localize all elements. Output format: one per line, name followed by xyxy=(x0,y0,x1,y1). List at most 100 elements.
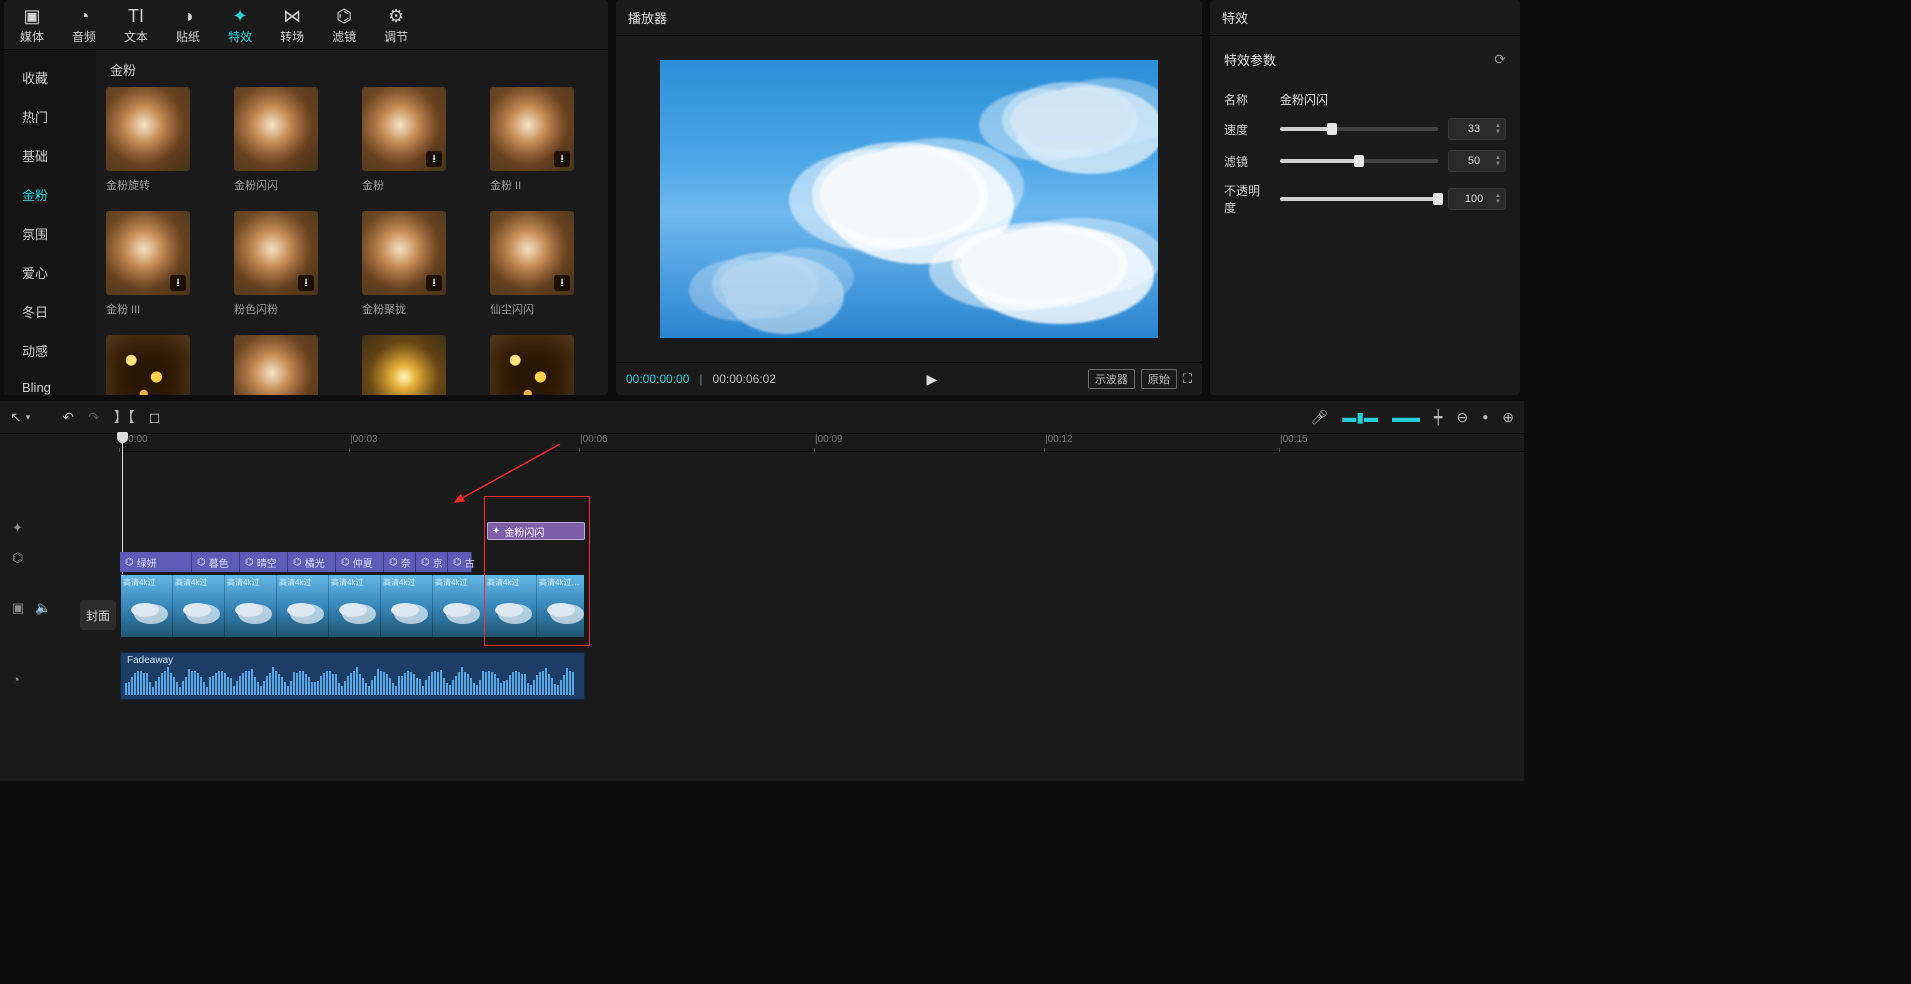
stepper-icon[interactable]: ▲▼ xyxy=(1495,193,1501,205)
tool-tab-1[interactable]: ◔音频 xyxy=(72,6,96,45)
category-item[interactable]: 冬日 xyxy=(4,292,96,331)
fullscreen-icon[interactable]: ⛶ xyxy=(1183,371,1192,387)
time-ruler[interactable]: |00:00|00:03|00:06|00:09|00:12|00:15 xyxy=(120,434,1524,452)
download-icon[interactable]: ⭳ xyxy=(298,275,314,291)
player-title: 播放器 xyxy=(628,8,667,27)
effect-card[interactable]: 金粉闪闪 xyxy=(234,87,318,193)
tool-tab-7[interactable]: ⚙调节 xyxy=(384,6,408,45)
effects-library-panel: ▣媒体 ◔音频 TI文本 ◑贴纸 ✦特效 ⋈ 转场 ⌬滤镜 ⚙调节 收藏热门基础金粉氛围爱心冬日… xyxy=(4,0,608,395)
download-icon[interactable]: ⭳ xyxy=(426,275,442,291)
cursor-tool-icon[interactable]: ↖ xyxy=(10,409,22,426)
tool-tab-icon: ⋈ xyxy=(283,6,301,26)
effect-card[interactable]: ⭳金粉 II xyxy=(490,87,574,193)
download-icon[interactable]: ⭳ xyxy=(170,275,186,291)
effect-card[interactable]: 金粉旋转 xyxy=(106,87,190,193)
category-item[interactable]: 爱心 xyxy=(4,253,96,292)
category-item[interactable]: 热门 xyxy=(4,97,96,136)
effect-card[interactable]: ⭳粉色闪粉 xyxy=(234,211,318,317)
category-item[interactable]: 基础 xyxy=(4,136,96,175)
effect-clip[interactable]: ✦ 金粉闪闪 xyxy=(487,522,585,540)
effect-card[interactable]: ⭳ xyxy=(490,335,574,395)
tool-tab-0[interactable]: ▣媒体 xyxy=(20,6,44,45)
cover-button[interactable]: 封面 xyxy=(80,600,116,630)
effect-name: 金粉 III xyxy=(106,301,190,317)
filter-clip[interactable]: ⌬绿妍 xyxy=(120,552,192,572)
tool-tab-6[interactable]: ⌬滤镜 xyxy=(332,6,356,45)
tool-tab-label: 转场 xyxy=(280,28,304,45)
filter-clip[interactable]: ⌬仲夏 xyxy=(336,552,384,572)
dropdown-icon[interactable]: ▾ xyxy=(26,412,31,423)
video-frame-label: 高清4k过 xyxy=(487,577,534,588)
original-button[interactable]: 原始 xyxy=(1141,369,1177,389)
effect-thumbnail: ⭳ xyxy=(234,211,318,295)
param-slider[interactable] xyxy=(1280,127,1438,131)
filter-label: 绿妍 xyxy=(137,555,157,570)
stepper-icon[interactable]: ▲▼ xyxy=(1495,155,1501,167)
play-button[interactable]: ▶ xyxy=(786,371,1078,388)
video-clip[interactable]: 高清4k过高清4k过高清4k过高清4k过高清4k过高清4k过高清4k过高清4k过… xyxy=(120,574,585,638)
filter-clip[interactable]: ⌬晴空 xyxy=(240,552,288,572)
preview-viewport[interactable] xyxy=(616,36,1202,362)
crop-icon[interactable]: ◻ xyxy=(149,409,161,426)
video-frame-label: 高清4k过 xyxy=(383,577,430,588)
filter-label: 京 xyxy=(433,555,443,570)
magnet-main-icon[interactable]: ▬▮▬ xyxy=(1342,409,1378,426)
category-item[interactable]: 收藏 xyxy=(4,58,96,97)
filter-clip[interactable]: ⌬暮色 xyxy=(192,552,240,572)
filter-clip[interactable]: ⌬古 xyxy=(448,552,472,572)
param-slider[interactable] xyxy=(1280,197,1438,201)
zoom-in-icon[interactable]: ⊕ xyxy=(1502,409,1514,426)
effect-card[interactable]: ⭳ 金粉 III xyxy=(106,211,190,317)
video-frame: 高清4k过 xyxy=(485,575,537,637)
undo-icon[interactable]: ↶ xyxy=(62,409,74,426)
split-icon[interactable]: 】【 xyxy=(114,407,135,427)
zoom-slider-icon[interactable]: ● xyxy=(1482,412,1488,423)
track-icon-filter[interactable]: ⌬ xyxy=(0,550,120,566)
param-label-name: 名称 xyxy=(1224,91,1270,108)
param-value-input[interactable]: 33 ▲▼ xyxy=(1448,118,1506,140)
effect-card[interactable]: ⭳ xyxy=(362,335,446,395)
annotation-arrow xyxy=(420,444,570,514)
scope-button[interactable]: 示波器 xyxy=(1088,369,1135,389)
tool-tab-2[interactable]: TI文本 xyxy=(124,6,148,45)
tool-tab-5[interactable]: ⋈ 转场 xyxy=(280,6,304,45)
effect-card[interactable]: ⭳金粉 xyxy=(362,87,446,193)
effect-card[interactable]: ⭳ xyxy=(106,335,190,395)
tool-tab-4[interactable]: ✦特效 xyxy=(228,6,252,45)
redo-icon[interactable]: ↷ xyxy=(88,409,100,426)
track-icon-audio[interactable]: ◔ xyxy=(0,672,120,687)
filter-icon: ⌬ xyxy=(125,557,134,568)
magnet-track-icon[interactable]: ▬▬ xyxy=(1392,409,1420,425)
effect-card[interactable]: ⭳ xyxy=(234,335,318,395)
param-value-input[interactable]: 50 ▲▼ xyxy=(1448,150,1506,172)
download-icon[interactable]: ⭳ xyxy=(426,151,442,167)
param-value-input[interactable]: 100 ▲▼ xyxy=(1448,188,1506,210)
audio-clip[interactable]: Fadeaway xyxy=(120,652,585,700)
total-time: 00:00:06:02 xyxy=(713,372,776,386)
reset-icon[interactable]: ⟳ xyxy=(1494,51,1506,68)
mic-icon[interactable]: 🎤︎ xyxy=(1311,409,1329,426)
track-icon-effect[interactable]: ✦ xyxy=(0,520,120,536)
filter-clip[interactable]: ⌬京 xyxy=(416,552,448,572)
download-icon[interactable]: ⭳ xyxy=(554,275,570,291)
category-item[interactable]: Bling xyxy=(4,370,96,395)
effect-card[interactable]: ⭳金粉聚拢 xyxy=(362,211,446,317)
category-item[interactable]: 金粉 xyxy=(4,175,96,214)
param-slider[interactable] xyxy=(1280,159,1438,163)
filter-clip[interactable]: ⌬橘光 xyxy=(288,552,336,572)
download-icon[interactable]: ⭳ xyxy=(554,151,570,167)
align-icon[interactable]: ┿ xyxy=(1434,409,1442,426)
category-item[interactable]: 动感 xyxy=(4,331,96,370)
zoom-out-icon[interactable]: ⊖ xyxy=(1456,409,1468,426)
effect-card[interactable]: ⭳仙尘闪闪 xyxy=(490,211,574,317)
effect-thumbnail: ⭳ xyxy=(362,211,446,295)
stepper-icon[interactable]: ▲▼ xyxy=(1495,123,1501,135)
filter-clip[interactable]: ⌬奈 xyxy=(384,552,416,572)
tool-tab-3[interactable]: ◑贴纸 xyxy=(176,6,200,45)
category-item[interactable]: 氛围 xyxy=(4,214,96,253)
video-frame-label: 高清4k过 xyxy=(227,577,274,588)
effect-settings-tab[interactable]: 特效 xyxy=(1222,8,1248,27)
effect-thumbnail: ⭳ xyxy=(490,87,574,171)
ruler-mark: |00:09 xyxy=(815,434,843,445)
effect-thumbnail: ⭳ xyxy=(490,335,574,395)
